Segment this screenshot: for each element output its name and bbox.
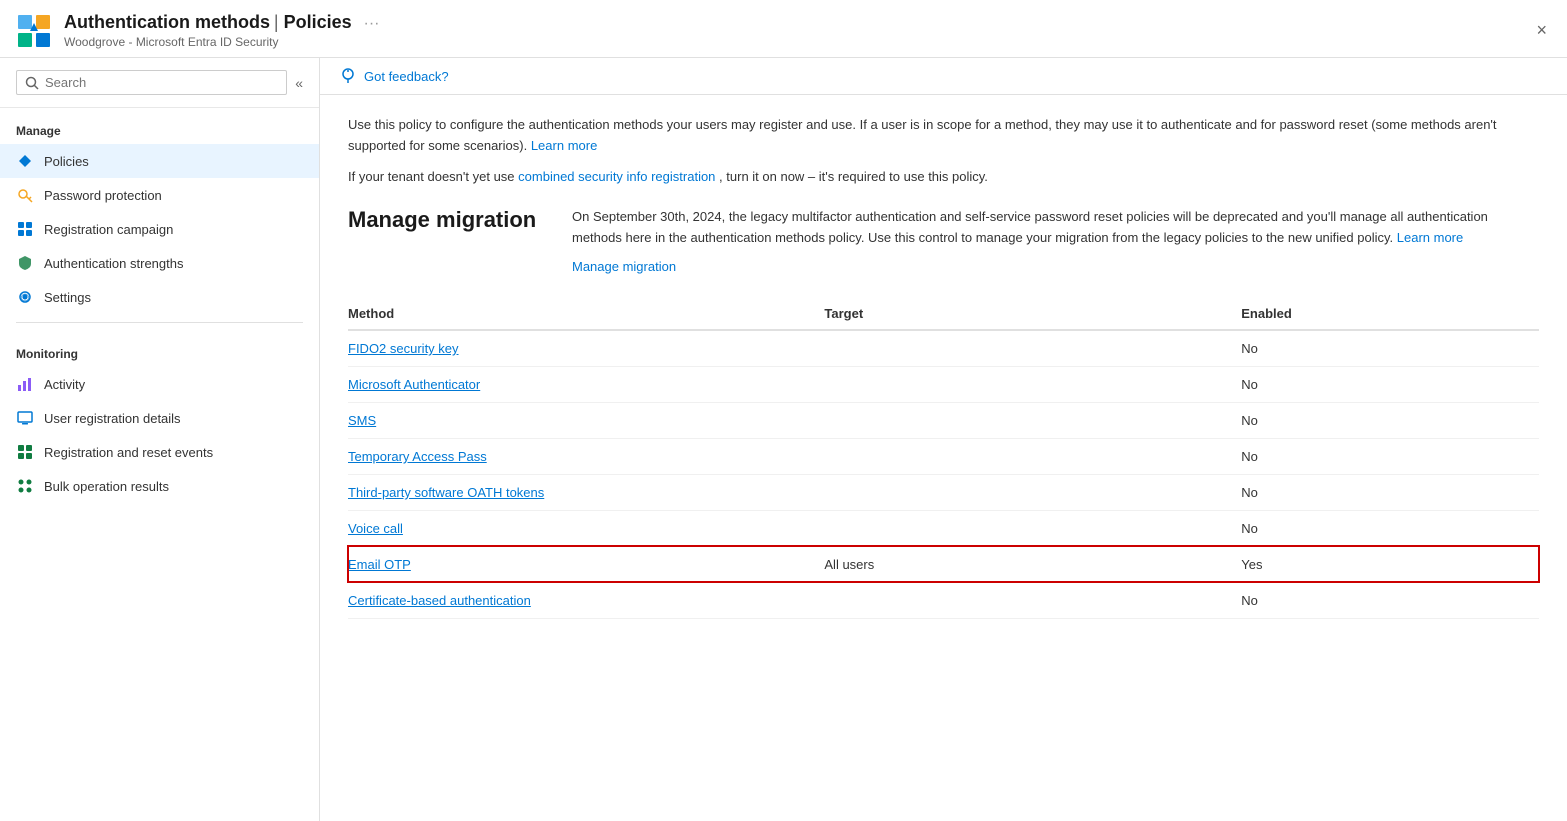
method-cell-sms[interactable]: SMS — [348, 402, 824, 438]
migration-text: On September 30th, 2024, the legacy mult… — [572, 207, 1539, 249]
target-cell-tap — [824, 438, 1241, 474]
feedback-label[interactable]: Got feedback? — [364, 69, 449, 84]
learn-more-link-1[interactable]: Learn more — [531, 138, 597, 153]
grid-icon — [16, 220, 34, 238]
sidebar: « Manage Policies Password protection Re… — [0, 58, 320, 821]
table-row: Voice call No — [348, 510, 1539, 546]
sidebar-item-user-reg[interactable]: User registration details — [0, 401, 319, 435]
feedback-icon — [340, 68, 356, 84]
learn-more-link-2[interactable]: Learn more — [1397, 230, 1463, 245]
bar-chart-icon — [16, 375, 34, 393]
app-icon — [16, 13, 52, 49]
migration-layout: Manage migration On September 30th, 2024… — [348, 207, 1539, 274]
sidebar-item-label-password: Password protection — [44, 188, 162, 203]
table-header-row: Method Target Enabled — [348, 298, 1539, 330]
header-title-group: Authentication methods | Policies ··· Wo… — [64, 12, 380, 49]
enabled-cell-sms: No — [1241, 402, 1539, 438]
sidebar-divider — [16, 322, 303, 323]
shield-icon — [16, 254, 34, 272]
migration-heading: Manage migration — [348, 207, 548, 233]
combined-reg-link[interactable]: combined security info registration — [518, 169, 715, 184]
target-cell-ms-auth — [824, 366, 1241, 402]
enabled-cell-fido2: No — [1241, 330, 1539, 367]
sidebar-item-label-policies: Policies — [44, 154, 89, 169]
method-cell-ms-auth[interactable]: Microsoft Authenticator — [348, 366, 824, 402]
table-body: FIDO2 security keyNoMicrosoft Authentica… — [348, 330, 1539, 619]
search-box[interactable] — [16, 70, 287, 95]
target-cell-third-party-oath — [824, 474, 1241, 510]
key-icon — [16, 186, 34, 204]
table-header: Method Target Enabled — [348, 298, 1539, 330]
sidebar-item-authentication-strengths[interactable]: Authentication strengths — [0, 246, 319, 280]
migration-section: Manage migration On September 30th, 2024… — [348, 207, 1539, 274]
grid-green-icon — [16, 443, 34, 461]
table-row: Certificate-based authentication No — [348, 582, 1539, 618]
method-cell-email-otp[interactable]: Email OTP — [348, 546, 824, 582]
sidebar-item-label-strengths: Authentication strengths — [44, 256, 183, 271]
main-content: Got feedback? Use this policy to configu… — [320, 58, 1567, 821]
col-target: Target — [824, 298, 1241, 330]
sidebar-item-bulk[interactable]: Bulk operation results — [0, 469, 319, 503]
info-text-1: Use this policy to configure the authent… — [348, 115, 1539, 157]
sidebar-item-settings[interactable]: Settings — [0, 280, 319, 314]
enabled-cell-voice-call: No — [1241, 510, 1539, 546]
sidebar-item-label-reg-reset: Registration and reset events — [44, 445, 213, 460]
collapse-button[interactable]: « — [295, 75, 303, 91]
sidebar-item-label-bulk: Bulk operation results — [44, 479, 169, 494]
manage-section-label: Manage — [0, 108, 319, 144]
method-cell-third-party-oath[interactable]: Third-party software OATH tokens — [348, 474, 824, 510]
sidebar-item-label-activity: Activity — [44, 377, 85, 392]
method-cell-cert-auth[interactable]: Certificate-based authentication — [348, 582, 824, 618]
sidebar-search-area: « — [0, 58, 319, 108]
content-area: Use this policy to configure the authent… — [320, 95, 1567, 821]
table-row: Temporary Access Pass No — [348, 438, 1539, 474]
method-cell-fido2[interactable]: FIDO2 security key — [348, 330, 824, 367]
table-row: Microsoft Authenticator No — [348, 366, 1539, 402]
info-text-2: If your tenant doesn't yet use combined … — [348, 167, 1539, 188]
target-cell-cert-auth — [824, 582, 1241, 618]
page-title: Authentication methods | Policies ··· — [64, 12, 380, 33]
table-row: FIDO2 security key No — [348, 330, 1539, 367]
screen-icon — [16, 409, 34, 427]
method-cell-tap[interactable]: Temporary Access Pass — [348, 438, 824, 474]
target-cell-sms — [824, 402, 1241, 438]
col-enabled: Enabled — [1241, 298, 1539, 330]
target-cell-fido2 — [824, 330, 1241, 367]
sidebar-item-label-registration: Registration campaign — [44, 222, 173, 237]
manage-migration-link[interactable]: Manage migration — [572, 259, 1539, 274]
search-icon — [25, 76, 39, 90]
col-method: Method — [348, 298, 824, 330]
enabled-cell-tap: No — [1241, 438, 1539, 474]
target-cell-voice-call — [824, 510, 1241, 546]
sidebar-item-registration-campaign[interactable]: Registration campaign — [0, 212, 319, 246]
sidebar-item-label-user-reg: User registration details — [44, 411, 181, 426]
main-layout: « Manage Policies Password protection Re… — [0, 58, 1567, 821]
close-button[interactable]: × — [1536, 20, 1547, 41]
migration-text-block: On September 30th, 2024, the legacy mult… — [572, 207, 1539, 274]
gear-icon — [16, 288, 34, 306]
header-left: Authentication methods | Policies ··· Wo… — [16, 12, 380, 49]
method-cell-voice-call[interactable]: Voice call — [348, 510, 824, 546]
sidebar-item-label-settings: Settings — [44, 290, 91, 305]
header-subtitle: Woodgrove - Microsoft Entra ID Security — [64, 35, 380, 49]
enabled-cell-ms-auth: No — [1241, 366, 1539, 402]
table-row: SMS No — [348, 402, 1539, 438]
search-input[interactable] — [45, 75, 278, 90]
enabled-cell-email-otp: Yes — [1241, 546, 1539, 582]
sidebar-item-reg-reset[interactable]: Registration and reset events — [0, 435, 319, 469]
methods-table: Method Target Enabled FIDO2 security key… — [348, 298, 1539, 619]
sidebar-item-password-protection[interactable]: Password protection — [0, 178, 319, 212]
diamond-icon — [16, 152, 34, 170]
sidebar-item-policies[interactable]: Policies — [0, 144, 319, 178]
target-cell-email-otp: All users — [824, 546, 1241, 582]
page-header: Authentication methods | Policies ··· Wo… — [0, 0, 1567, 58]
sidebar-item-activity[interactable]: Activity — [0, 367, 319, 401]
monitoring-section-label: Monitoring — [0, 331, 319, 367]
enabled-cell-cert-auth: No — [1241, 582, 1539, 618]
table-row: Third-party software OATH tokens No — [348, 474, 1539, 510]
table-row: Email OTPAll usersYes — [348, 546, 1539, 582]
dots-green-icon — [16, 477, 34, 495]
topbar: Got feedback? — [320, 58, 1567, 95]
enabled-cell-third-party-oath: No — [1241, 474, 1539, 510]
